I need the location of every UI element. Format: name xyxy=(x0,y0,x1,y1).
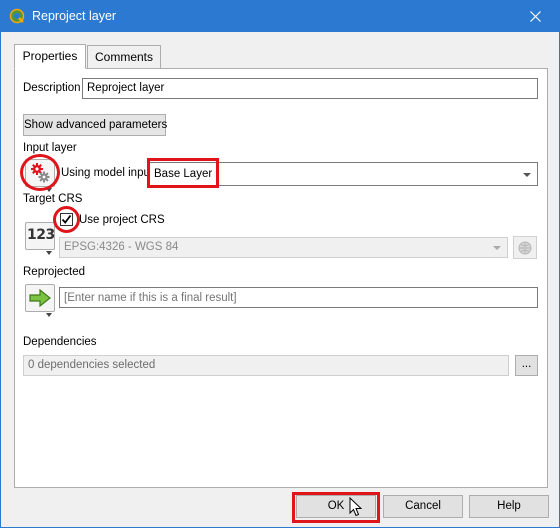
crs-selector-button[interactable] xyxy=(513,236,537,259)
crs-selected-value: EPSG:4326 - WGS 84 xyxy=(64,241,179,253)
window-title: Reproject layer xyxy=(32,9,117,23)
use-project-crs-label: Use project CRS xyxy=(79,214,165,226)
output-destination-button[interactable] xyxy=(25,284,55,317)
input-layer-label: Input layer xyxy=(23,142,77,154)
ok-button[interactable]: OK xyxy=(296,495,376,518)
chevron-down-icon xyxy=(46,244,52,258)
crs-selector-globe-icon xyxy=(518,241,532,258)
input-layer-select[interactable]: Base Layer xyxy=(149,162,538,186)
dependencies-field: 0 dependencies selected xyxy=(23,355,509,376)
reproject-layer-dialog: Reproject layer Properties Comments Desc… xyxy=(0,0,560,528)
using-model-input-text: Using model input xyxy=(61,167,154,179)
input-source-button[interactable] xyxy=(25,159,55,192)
crs-source-button[interactable]: 123 xyxy=(25,222,55,255)
input-layer-selected-value: Base Layer xyxy=(154,168,213,180)
use-project-crs-checkbox[interactable] xyxy=(60,213,73,226)
close-button[interactable] xyxy=(513,1,559,32)
title-bar: Reproject layer xyxy=(1,1,559,32)
target-crs-label: Target CRS xyxy=(23,193,83,205)
tab-comments[interactable]: Comments xyxy=(87,45,161,69)
reprojected-output-input[interactable] xyxy=(59,287,538,308)
dependencies-label: Dependencies xyxy=(23,336,97,348)
description-label: Description xyxy=(23,82,81,94)
static-value-123-icon: 123 xyxy=(27,227,55,243)
help-button[interactable]: Help xyxy=(469,495,549,518)
checkmark-icon xyxy=(61,214,72,224)
chevron-down-icon xyxy=(493,246,501,250)
crs-select[interactable]: EPSG:4326 - WGS 84 xyxy=(59,237,508,258)
description-field[interactable]: Reproject layer xyxy=(82,78,538,99)
close-icon xyxy=(530,11,541,22)
mouse-cursor-icon xyxy=(349,496,363,520)
chevron-down-icon xyxy=(46,306,52,320)
tab-properties[interactable]: Properties xyxy=(14,44,86,69)
chevron-down-icon xyxy=(523,173,531,177)
qgis-logo-icon xyxy=(9,8,25,24)
reprojected-label: Reprojected xyxy=(23,266,86,278)
show-advanced-parameters-button[interactable]: Show advanced parameters xyxy=(23,114,167,136)
dependencies-browse-button[interactable]: ... xyxy=(515,355,538,376)
cancel-button[interactable]: Cancel xyxy=(383,495,463,518)
